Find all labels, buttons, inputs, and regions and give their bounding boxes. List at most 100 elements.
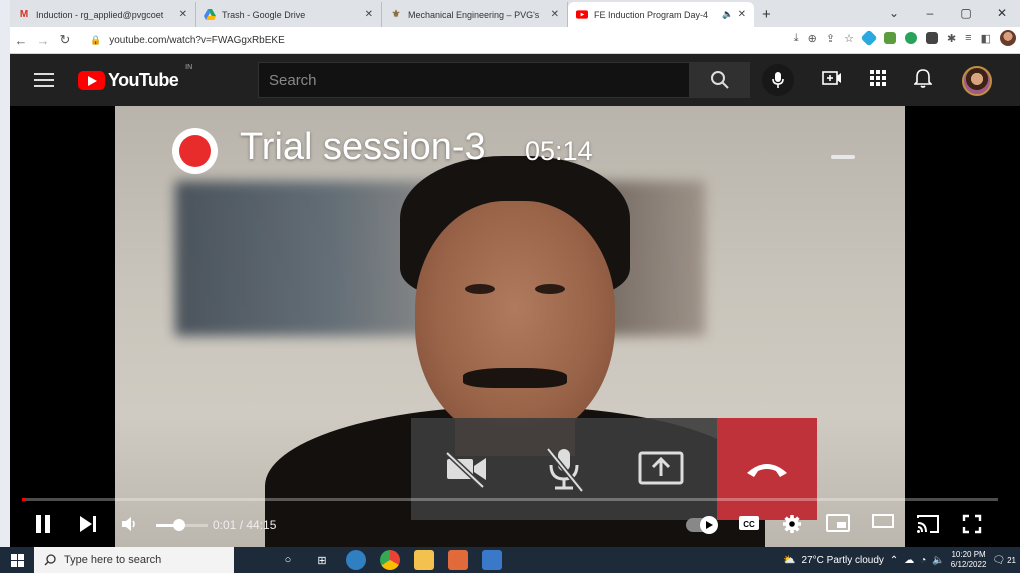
tab-search-icon[interactable]: ⌄ — [876, 6, 912, 20]
chrome-icon[interactable] — [380, 550, 400, 570]
office-icon[interactable] — [448, 550, 468, 570]
microphone-off-icon — [546, 447, 584, 493]
next-button[interactable] — [78, 514, 98, 534]
mute-button[interactable] — [120, 514, 140, 534]
subtitles-button[interactable]: CC — [738, 514, 760, 532]
clock-date: 6/12/2022 — [950, 560, 987, 569]
tab-gmail[interactable]: M Induction - rg_applied@pvgcoet ✕ — [10, 2, 196, 27]
fullscreen-button[interactable] — [962, 514, 982, 534]
tab-mechanical[interactable]: ⚜ Mechanical Engineering – PVG's ✕ — [382, 2, 568, 27]
menu-icon[interactable] — [34, 73, 54, 87]
account-avatar[interactable] — [962, 66, 992, 96]
extension-icon[interactable] — [904, 32, 917, 44]
calendar-app-icon[interactable] — [482, 550, 502, 570]
video-player[interactable]: Trial session-3 05:14 0:01 / 44:15 CC — [10, 106, 1020, 547]
notifications-icon[interactable]: 🗨 — [992, 555, 1005, 566]
autoplay-knob — [700, 516, 718, 534]
miniplayer-button[interactable] — [826, 514, 850, 532]
reading-list-icon[interactable]: ≡ — [965, 32, 971, 44]
youtube-play-icon — [78, 70, 105, 90]
tab-drive[interactable]: Trash - Google Drive ✕ — [196, 2, 382, 27]
apps-grid-icon[interactable] — [870, 70, 886, 86]
reload-icon[interactable]: ↻ — [54, 32, 76, 48]
url-field[interactable]: 🔒 youtube.com/watch?v=FWAGgxRbEKE — [82, 30, 293, 51]
new-tab-button[interactable]: + — [762, 2, 771, 27]
progress-bar[interactable] — [22, 498, 998, 501]
edge-icon[interactable] — [346, 550, 366, 570]
close-tab-icon[interactable]: ✕ — [179, 9, 187, 20]
zoom-icon[interactable]: ⊕ — [808, 32, 817, 45]
play-icon — [706, 521, 713, 529]
tab-title: FE Induction Program Day-4 — [594, 9, 709, 20]
cortana-icon[interactable]: ○ — [278, 550, 298, 570]
search-input[interactable]: Search — [258, 62, 690, 98]
create-video-icon[interactable] — [822, 70, 842, 86]
weather-icon[interactable]: ⛅ — [783, 555, 795, 566]
youtube-header: YouTube IN Search — [10, 54, 1020, 106]
tray-overflow-icon[interactable]: ⌃ — [890, 555, 898, 566]
autoplay-toggle[interactable] — [686, 516, 718, 534]
cast-button[interactable] — [916, 514, 940, 534]
search-button[interactable] — [690, 62, 750, 98]
player-controls: 0:01 / 44:15 CC — [10, 506, 1020, 544]
back-icon[interactable]: ← — [10, 33, 32, 48]
restore-icon[interactable]: ▢ — [948, 6, 984, 20]
side-panel-icon[interactable]: ◧ — [981, 32, 991, 45]
notifications-bell-icon[interactable] — [914, 68, 932, 88]
close-tab-icon[interactable]: ✕ — [365, 9, 373, 20]
close-tab-icon[interactable]: ✕ — [738, 9, 746, 20]
volume-knob[interactable] — [173, 519, 186, 531]
time-display: 0:01 / 44:15 — [213, 518, 277, 532]
share-icon[interactable]: ⇪ — [826, 32, 835, 45]
clock[interactable]: 10:20 PM 6/12/2022 — [951, 550, 987, 570]
minimize-icon[interactable]: – — [912, 6, 948, 20]
person-eye — [465, 284, 495, 294]
gear-icon — [783, 515, 801, 533]
forward-icon[interactable]: → — [32, 33, 54, 48]
camera-off-icon — [445, 451, 487, 489]
start-button[interactable] — [0, 553, 34, 567]
volume-icon — [122, 517, 135, 531]
onedrive-icon[interactable]: ☁ — [904, 555, 914, 566]
voice-search-button[interactable] — [762, 64, 794, 96]
extension-icon[interactable] — [883, 32, 896, 44]
tab-title: Trash - Google Drive — [222, 9, 306, 20]
settings-button[interactable] — [782, 514, 802, 534]
miniplayer-icon — [826, 514, 850, 532]
close-window-icon[interactable]: ✕ — [984, 6, 1020, 20]
extension-icon[interactable] — [925, 32, 938, 44]
windows-icon — [10, 553, 24, 567]
taskbar-search-input[interactable]: Type here to search — [34, 547, 234, 573]
pause-button[interactable] — [34, 514, 52, 534]
site-icon: ⚜ — [391, 9, 401, 20]
speaker-icon[interactable]: 🔈 — [722, 9, 733, 20]
weather-text[interactable]: 27°C Partly cloudy — [802, 555, 884, 566]
file-explorer-icon[interactable] — [414, 550, 434, 570]
progress-fill — [22, 498, 26, 501]
network-icon[interactable]: ◔ — [920, 555, 926, 566]
subtitles-icon: CC — [739, 516, 759, 530]
volume-tray-icon[interactable]: 🔈 — [932, 555, 944, 566]
install-icon[interactable]: ⤓ — [794, 32, 799, 45]
toolbar-icons: ⤓ ⊕ ⇪ ☆ ✱ ≡ ◧ — [794, 29, 1016, 47]
taskbar-apps: ○ ⊞ — [278, 550, 502, 570]
svg-text:CC: CC — [743, 520, 755, 529]
lock-icon[interactable]: 🔒 — [90, 35, 101, 46]
close-tab-icon[interactable]: ✕ — [551, 9, 559, 20]
drive-icon — [204, 9, 216, 21]
extension-icon[interactable] — [860, 29, 878, 47]
task-view-icon[interactable]: ⊞ — [312, 550, 332, 570]
theater-mode-button[interactable] — [872, 514, 894, 528]
profile-avatar[interactable] — [1000, 30, 1016, 46]
bookmark-star-icon[interactable]: ☆ — [844, 32, 854, 45]
tab-youtube[interactable]: FE Induction Program Day-4 🔈 ✕ — [568, 2, 754, 27]
url-text: youtube.com/watch?v=FWAGgxRbEKE — [109, 34, 285, 46]
video-frame[interactable]: Trial session-3 05:14 — [115, 106, 905, 547]
extensions-puzzle-icon[interactable]: ✱ — [947, 32, 956, 45]
country-code: IN — [185, 63, 193, 71]
clock-time: 10:20 PM — [951, 550, 986, 559]
person-mustache — [463, 368, 567, 388]
next-icon — [80, 516, 96, 532]
tab-title: Mechanical Engineering – PVG's — [408, 9, 540, 20]
youtube-logo[interactable]: YouTube IN — [78, 64, 192, 91]
